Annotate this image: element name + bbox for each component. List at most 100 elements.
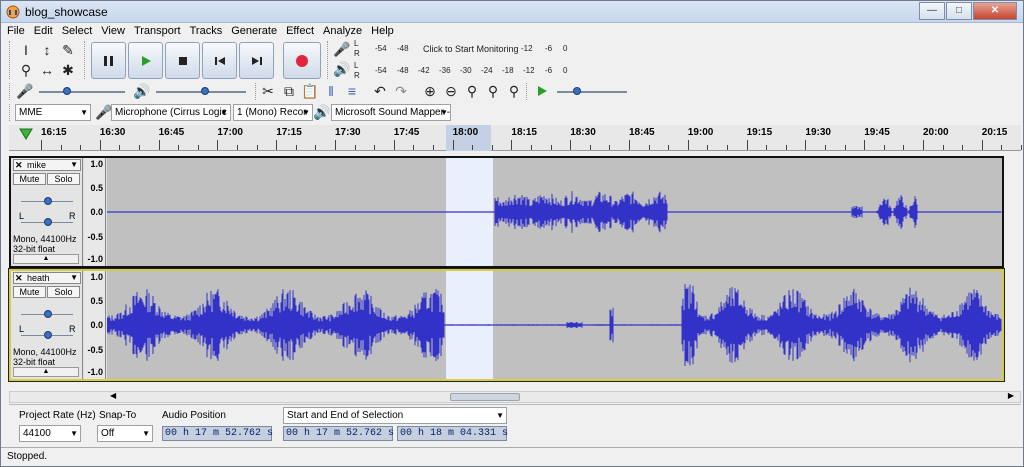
scroll-right-icon[interactable]: ▶ — [1008, 391, 1014, 400]
zoom-in-icon[interactable]: ⊕ — [419, 81, 441, 101]
cut-icon[interactable]: ✂ — [257, 81, 279, 101]
chevron-down-icon: ▼ — [220, 108, 228, 117]
audio-track-mike[interactable]: ✕ mike ▼ Mute Solo L R Mono, 44100Hz 32-… — [9, 156, 1004, 268]
track-name-menu[interactable]: ✕ heath ▼ — [13, 272, 81, 284]
ruler-tick-label: 18:30 — [570, 127, 596, 138]
meter-tick: -36 — [439, 66, 451, 75]
scrollbar-thumb[interactable] — [450, 393, 520, 401]
record-meter[interactable]: -54 -48 Click to Start Monitoring -12 -6… — [363, 41, 573, 57]
snap-to-select[interactable]: Off ▼ — [97, 425, 153, 442]
toolbar-grip[interactable] — [9, 104, 13, 121]
selection-end-time[interactable]: 00 h 18 m 04.331 s — [397, 426, 508, 441]
menu-generate[interactable]: Generate — [231, 23, 277, 39]
horizontal-scrollbar[interactable]: ◀ ▶ — [9, 391, 1021, 403]
zoom-out-icon[interactable]: ⊖ — [440, 81, 462, 101]
project-rate-select[interactable]: 44100 ▼ — [19, 425, 81, 442]
menu-tracks[interactable]: Tracks — [190, 23, 223, 39]
menu-transport[interactable]: Transport — [134, 23, 181, 39]
menu-view[interactable]: View — [101, 23, 125, 39]
ruler-minor-tick — [766, 145, 768, 150]
copy-icon[interactable]: ⧉ — [278, 81, 300, 101]
solo-button[interactable]: Solo — [47, 286, 80, 298]
toolbar-grip[interactable] — [526, 83, 530, 100]
undo-icon[interactable]: ↶ — [369, 81, 391, 101]
pan-knob[interactable] — [44, 218, 52, 226]
mixer-microphone-icon: 🎤 — [16, 82, 34, 99]
mute-button[interactable]: Mute — [13, 286, 46, 298]
paste-icon[interactable]: 📋 — [299, 81, 321, 101]
skip-to-end-button[interactable] — [239, 42, 274, 79]
audio-position-time[interactable]: 00 h 17 m 52.762 s — [162, 426, 273, 441]
fit-selection-icon[interactable]: ⚲ — [461, 81, 483, 101]
record-button[interactable] — [283, 42, 321, 79]
fit-project-icon[interactable]: ⚲ — [482, 81, 504, 101]
pan-knob[interactable] — [44, 331, 52, 339]
recording-volume-slider[interactable] — [39, 91, 125, 93]
play-speed-knob[interactable] — [573, 87, 581, 95]
track-bitdepth-info: 32-bit float — [13, 357, 56, 367]
meter-tick: -12 — [523, 66, 535, 75]
playback-device-select[interactable]: Microsoft Sound Mapper - ▼ — [331, 104, 451, 121]
timeline-ruler[interactable]: 16:15 16:30 16:45 17:00 17:15 17:30 17:45 18:00… — [9, 125, 1022, 151]
stop-button[interactable] — [165, 42, 200, 79]
mute-button[interactable]: Mute — [13, 173, 46, 185]
menu-effect[interactable]: Effect — [286, 23, 314, 39]
menu-analyze[interactable]: Analyze — [323, 23, 362, 39]
close-button[interactable]: ✕ — [973, 2, 1017, 20]
playback-meter[interactable]: -54 -48 -42 -36 -30 -24 -18 -12 -6 0 — [363, 63, 573, 79]
toolbar-grip[interactable] — [9, 41, 13, 79]
collapse-track-button[interactable]: ▲ — [13, 367, 79, 377]
solo-button[interactable]: Solo — [47, 173, 80, 185]
close-track-icon[interactable]: ✕ — [15, 273, 23, 283]
trim-audio-icon[interactable]: ‖ — [320, 81, 342, 101]
play-at-speed-button[interactable] — [531, 81, 553, 101]
multi-tool-icon[interactable]: ✱ — [57, 60, 79, 80]
zoom-toggle-icon[interactable]: ⚲ — [503, 81, 525, 101]
recording-channels-select[interactable]: 1 (Mono) Recor ▼ — [233, 104, 313, 121]
vertical-amplitude-ruler: 1.0 0.5 0.0 -0.5 -1.0 — [84, 158, 106, 266]
selection-tool-icon[interactable]: I — [15, 40, 37, 60]
collapse-track-button[interactable]: ▲ — [13, 254, 79, 264]
pause-button[interactable] — [91, 42, 126, 79]
record-meter-microphone-icon[interactable]: 🎤 — [331, 39, 353, 59]
selection-toolbar: Project Rate (Hz) 44100 ▼ Snap-To Off ▼ Au… — [9, 404, 1021, 446]
menu-select[interactable]: Select — [62, 23, 93, 39]
play-meter-speaker-icon[interactable]: 🔊 — [331, 59, 353, 79]
close-track-icon[interactable]: ✕ — [15, 160, 23, 170]
gain-knob[interactable] — [44, 310, 52, 318]
recording-volume-knob[interactable] — [63, 87, 71, 95]
selection-start-time[interactable]: 00 h 17 m 52.762 s — [283, 426, 394, 441]
waveform-area[interactable] — [107, 271, 1002, 379]
audio-track-heath[interactable]: ✕ heath ▼ Mute Solo L R Mono, 44100Hz 32… — [9, 269, 1004, 381]
silence-audio-icon[interactable]: ≡ — [341, 81, 363, 101]
envelope-tool-icon[interactable]: ↕ — [36, 40, 58, 60]
ruler-tick — [99, 140, 101, 150]
zoom-tool-icon[interactable]: ⚲ — [15, 60, 37, 80]
gain-knob[interactable] — [44, 197, 52, 205]
menu-file[interactable]: File — [7, 23, 25, 39]
minimize-button[interactable]: — — [919, 2, 945, 20]
play-button[interactable] — [128, 42, 163, 79]
play-speed-slider[interactable] — [557, 91, 627, 93]
timeshift-tool-icon[interactable]: ↔ — [36, 60, 58, 80]
maximize-button[interactable]: □ — [946, 2, 972, 20]
waveform-area[interactable] — [107, 158, 1002, 266]
play-at-speed-icon — [538, 86, 547, 96]
track-name: mike — [27, 160, 47, 170]
click-to-start-monitoring[interactable]: Click to Start Monitoring — [423, 44, 519, 54]
audio-host-select[interactable]: MME ▼ — [15, 104, 91, 121]
recording-device-select[interactable]: Microphone (Cirrus Logic ▼ — [111, 104, 231, 121]
toolbar-grip[interactable] — [84, 41, 88, 79]
toolbar-grip[interactable] — [9, 83, 13, 100]
redo-icon[interactable]: ↷ — [390, 81, 412, 101]
audacity-logo-icon — [6, 5, 20, 19]
play-head-triangle-icon[interactable] — [19, 127, 33, 141]
scroll-left-icon[interactable]: ◀ — [110, 391, 116, 400]
menu-edit[interactable]: Edit — [34, 23, 53, 39]
track-name-menu[interactable]: ✕ mike ▼ — [13, 159, 81, 171]
menu-help[interactable]: Help — [371, 23, 394, 39]
playback-volume-knob[interactable] — [201, 87, 209, 95]
skip-to-start-button[interactable] — [202, 42, 237, 79]
draw-tool-icon[interactable]: ✎ — [57, 40, 79, 60]
selection-mode-select[interactable]: Start and End of Selection ▼ — [283, 407, 507, 424]
